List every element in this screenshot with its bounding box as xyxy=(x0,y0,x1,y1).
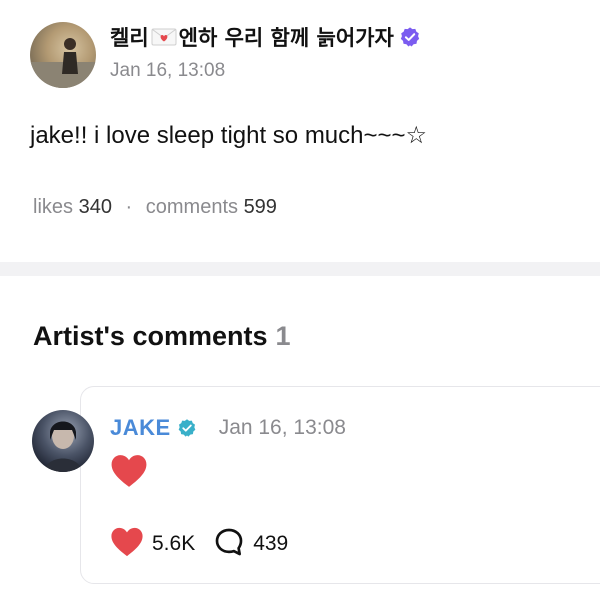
avatar[interactable] xyxy=(30,22,96,88)
reply-button[interactable]: 439 xyxy=(213,526,288,563)
author-name-part1: 켈리 xyxy=(110,26,149,50)
section-divider xyxy=(0,262,600,276)
post-timestamp: Jan 16, 13:08 xyxy=(110,60,226,81)
heart-icon xyxy=(110,453,148,494)
artist-avatar-photo xyxy=(44,421,82,472)
author-name-part2: 엔하 우리 함께 늙어가자 xyxy=(178,26,394,50)
comments-label: comments xyxy=(145,196,238,218)
speech-bubble-icon xyxy=(213,526,245,563)
like-button[interactable]: 5.6K xyxy=(110,526,195,563)
comments-count[interactable]: 599 xyxy=(244,196,277,218)
post-stats: likes 340 · comments 599 xyxy=(33,196,277,219)
likes-count[interactable]: 340 xyxy=(79,196,112,218)
section-title-text: Artist's comments xyxy=(33,321,268,351)
artist-comments-section: Artist's comments 1 JAKE Jan 16, 13:08 5… xyxy=(0,276,600,600)
artist-name[interactable]: JAKE xyxy=(110,415,171,441)
post-body: jake!! i love sleep tight so much~~~☆ xyxy=(30,122,428,149)
artist-avatar[interactable] xyxy=(32,410,94,472)
likes-label: likes xyxy=(33,196,74,218)
heart-icon xyxy=(110,526,144,563)
section-title: Artist's comments 1 xyxy=(33,321,291,352)
author-row: 켈리 엔하 우리 함께 늙어가자 xyxy=(110,22,421,52)
verified-badge-icon xyxy=(177,418,197,438)
comment-actions: 5.6K 439 xyxy=(110,526,288,562)
love-letter-icon xyxy=(151,27,177,51)
like-count: 5.6K xyxy=(152,532,196,555)
avatar-photo xyxy=(30,38,96,88)
verified-badge-icon xyxy=(399,26,421,48)
section-count: 1 xyxy=(275,321,291,351)
author-name[interactable]: 켈리 엔하 우리 함께 늙어가자 xyxy=(110,22,394,52)
comment-header: JAKE Jan 16, 13:08 xyxy=(110,413,346,443)
comment-timestamp: Jan 16, 13:08 xyxy=(218,416,346,439)
post: 켈리 엔하 우리 함께 늙어가자 Jan 16, 13:08 jake!! i … xyxy=(0,0,600,262)
separator-dot: · xyxy=(125,196,133,218)
reply-count: 439 xyxy=(253,532,289,555)
